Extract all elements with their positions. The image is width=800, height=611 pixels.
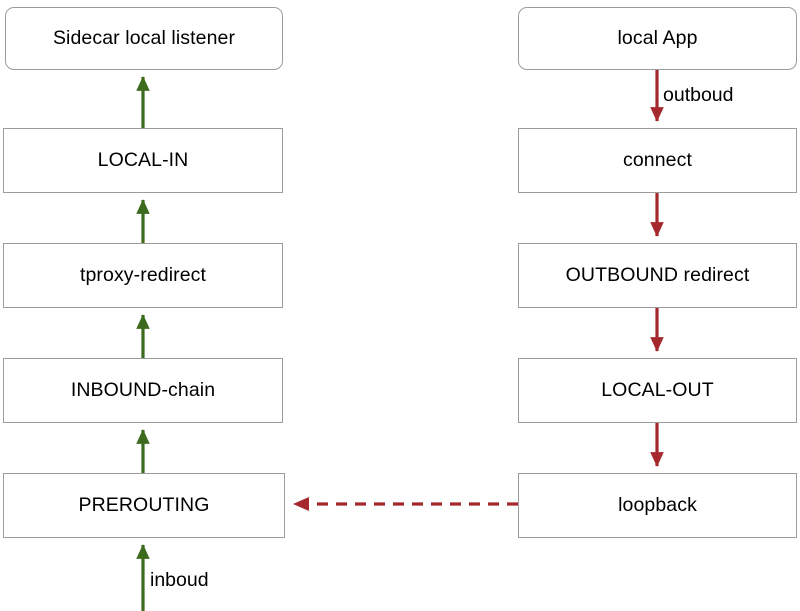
node-local-in[interactable]: LOCAL-IN bbox=[3, 128, 283, 193]
node-label: Sidecar local listener bbox=[52, 26, 236, 49]
node-label: PREROUTING bbox=[78, 493, 210, 516]
node-label: OUTBOUND redirect bbox=[565, 263, 750, 286]
node-outbound-redirect[interactable]: OUTBOUND redirect bbox=[518, 243, 797, 308]
node-local-app[interactable]: local App bbox=[518, 7, 797, 70]
node-tproxy-redirect[interactable]: tproxy-redirect bbox=[3, 243, 283, 308]
node-local-out[interactable]: LOCAL-OUT bbox=[518, 358, 797, 423]
node-label: INBOUND-chain bbox=[70, 378, 216, 401]
node-label: connect bbox=[623, 148, 692, 171]
node-inbound-chain[interactable]: INBOUND-chain bbox=[3, 358, 283, 423]
node-loopback[interactable]: loopback bbox=[518, 473, 797, 538]
node-label: tproxy-redirect bbox=[79, 263, 207, 286]
node-label: loopback bbox=[618, 493, 697, 516]
node-label: LOCAL-OUT bbox=[601, 378, 714, 401]
edge-label-inbound: inboud bbox=[150, 569, 209, 591]
node-label: LOCAL-IN bbox=[97, 148, 189, 171]
node-label: local App bbox=[617, 26, 698, 49]
node-connect[interactable]: connect bbox=[518, 128, 797, 193]
diagram-canvas: Sidecar local listener LOCAL-IN tproxy-r… bbox=[0, 0, 800, 611]
node-sidecar-local-listener[interactable]: Sidecar local listener bbox=[5, 7, 283, 70]
edge-label-outbound: outboud bbox=[663, 84, 734, 106]
node-prerouting[interactable]: PREROUTING bbox=[3, 473, 285, 538]
